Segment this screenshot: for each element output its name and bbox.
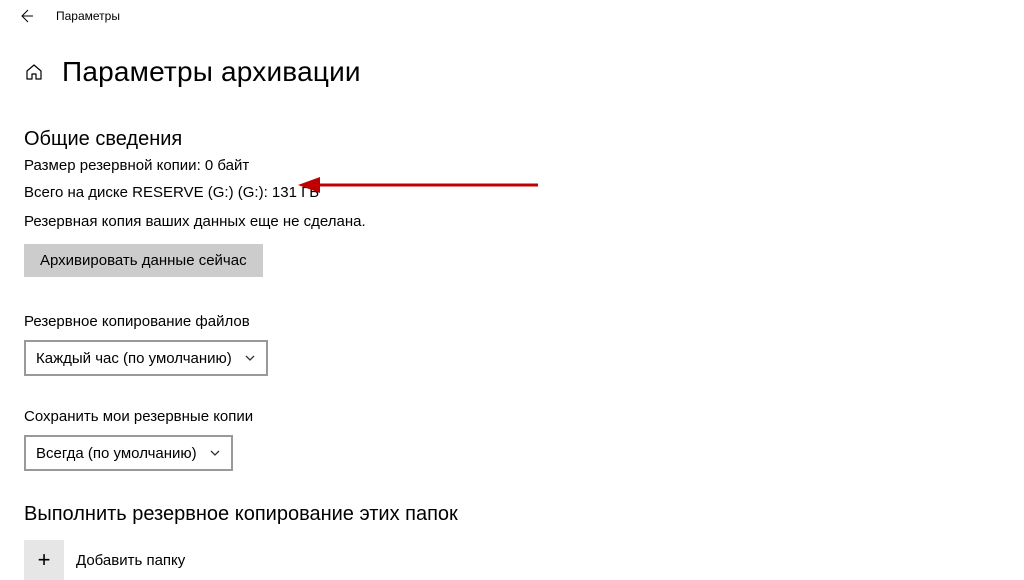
add-folder-label: Добавить папку bbox=[76, 552, 185, 569]
retention-selected: Всегда (по умолчанию) bbox=[36, 445, 197, 462]
plus-icon: + bbox=[24, 540, 64, 580]
content: Параметры архивации Общие сведения Разме… bbox=[0, 32, 1024, 580]
frequency-dropdown[interactable]: Каждый час (по умолчанию) bbox=[24, 340, 268, 376]
add-folder-row[interactable]: + Добавить папку bbox=[24, 540, 1024, 580]
disk-total-text: Всего на диске RESERVE (G:) (G:): 131 ГБ bbox=[24, 184, 1024, 201]
chevron-down-icon bbox=[209, 447, 221, 459]
overview-heading: Общие сведения bbox=[24, 128, 1024, 151]
backup-size-text: Размер резервной копии: 0 байт bbox=[24, 157, 1024, 174]
titlebar-label: Параметры bbox=[56, 9, 120, 23]
page-title: Параметры архивации bbox=[62, 56, 361, 88]
titlebar: Параметры bbox=[0, 0, 1024, 32]
chevron-down-icon bbox=[244, 352, 256, 364]
page-header: Параметры архивации bbox=[24, 56, 1024, 88]
home-icon[interactable] bbox=[24, 62, 44, 82]
retention-dropdown[interactable]: Всегда (по умолчанию) bbox=[24, 435, 233, 471]
frequency-label: Резервное копирование файлов bbox=[24, 313, 1024, 330]
back-button[interactable] bbox=[18, 8, 34, 24]
frequency-selected: Каждый час (по умолчанию) bbox=[36, 350, 232, 367]
backup-now-button[interactable]: Архивировать данные сейчас bbox=[24, 244, 263, 277]
folders-heading: Выполнить резервное копирование этих пап… bbox=[24, 503, 1024, 526]
not-backed-up-text: Резервная копия ваших данных еще не сдел… bbox=[24, 213, 1024, 230]
retention-label: Сохранить мои резервные копии bbox=[24, 408, 1024, 425]
